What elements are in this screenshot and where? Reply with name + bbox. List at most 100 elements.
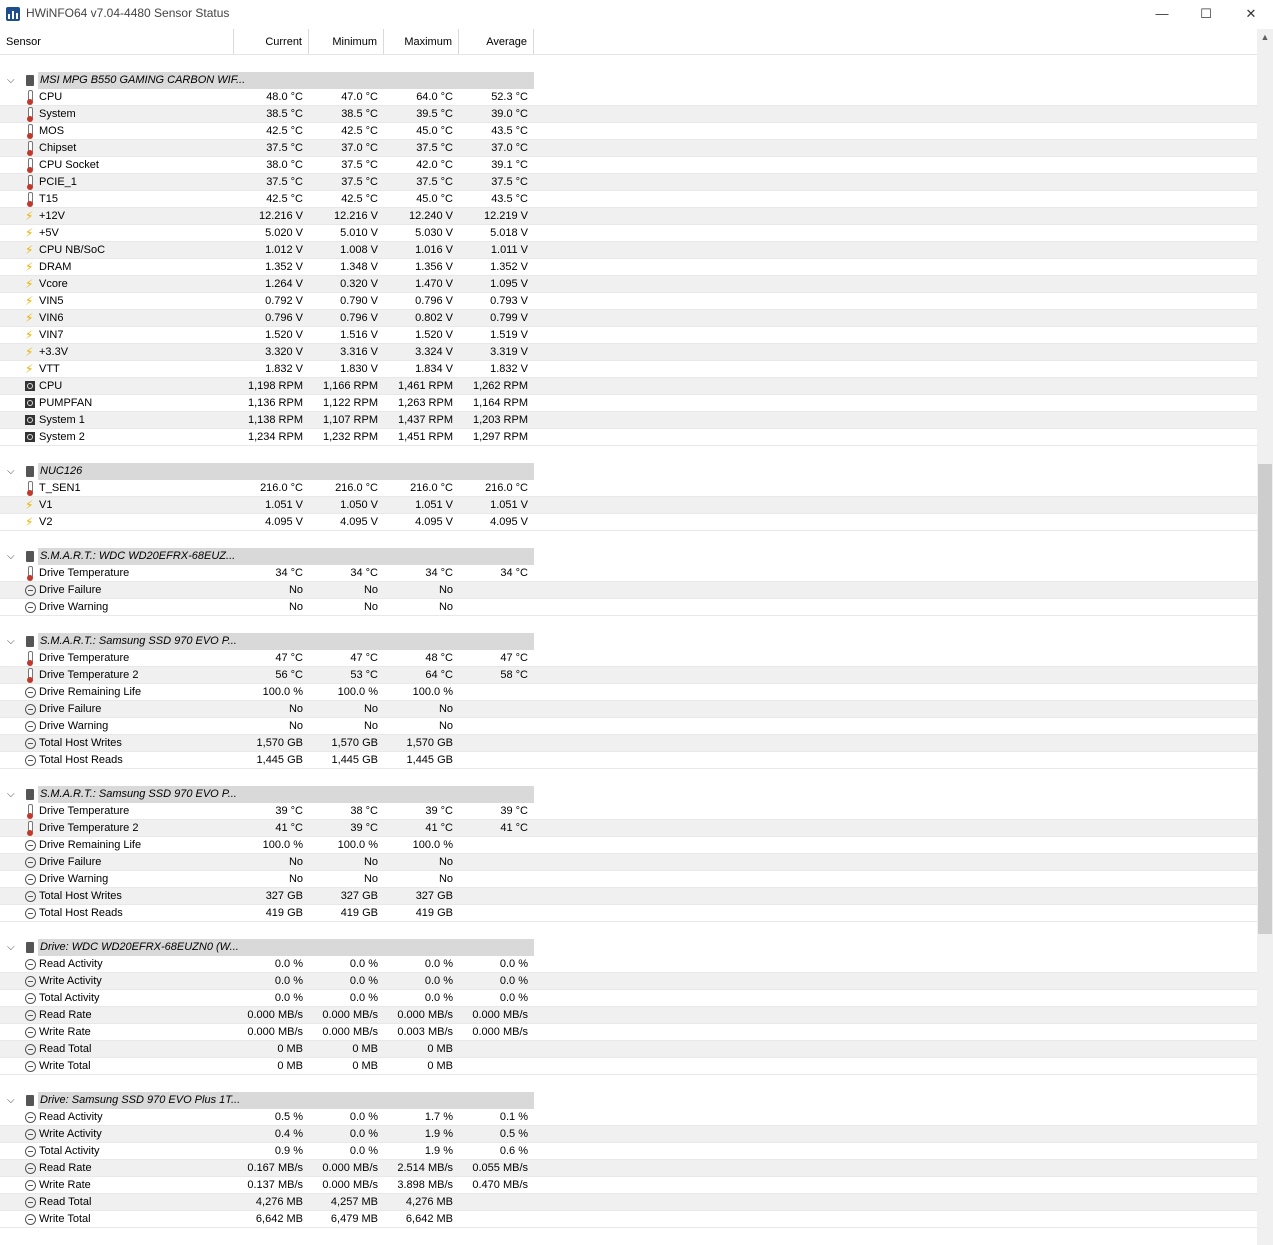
sensor-row[interactable]: Total Host Reads 1,445 GB 1,445 GB 1,445 GB	[0, 752, 1257, 769]
sensor-group-header[interactable]: ⌵ MSI MPG B550 GAMING CARBON WIF...	[0, 72, 1257, 89]
chevron-down-icon[interactable]: ⌵	[7, 633, 15, 650]
minimum-value: 4.095 V	[340, 516, 378, 528]
average-value: 1.352 V	[490, 261, 528, 273]
sensor-row[interactable]: ⚡ VIN7 1.520 V 1.516 V 1.520 V 1.519 V	[0, 327, 1257, 344]
sensor-row[interactable]: Drive Temperature 39 °C 38 °C 39 °C 39 °C	[0, 803, 1257, 820]
sensor-row[interactable]: ⚡ VIN5 0.792 V 0.790 V 0.796 V 0.793 V	[0, 293, 1257, 310]
chevron-down-icon[interactable]: ⌵	[7, 548, 15, 565]
sensor-row[interactable]: Read Rate 0.167 MB/s 0.000 MB/s 2.514 MB/s 0…	[0, 1160, 1257, 1177]
sensor-row[interactable]: ⚡ VIN6 0.796 V 0.796 V 0.802 V 0.799 V	[0, 310, 1257, 327]
sensor-row[interactable]: Write Activity 0.4 % 0.0 % 1.9 % 0.5 %	[0, 1126, 1257, 1143]
sensor-row[interactable]: Total Host Writes 327 GB 327 GB 327 GB	[0, 888, 1257, 905]
sensor-row[interactable]: Read Rate 0.000 MB/s 0.000 MB/s 0.000 MB/s 0…	[0, 1007, 1257, 1024]
sensor-row[interactable]: Read Activity 0.0 % 0.0 % 0.0 % 0.0 %	[0, 956, 1257, 973]
lightning-icon: ⚡	[25, 515, 34, 529]
sensor-name: MOS	[39, 125, 65, 137]
sensor-row[interactable]: Write Rate 0.000 MB/s 0.000 MB/s 0.003 MB/s…	[0, 1024, 1257, 1041]
sensor-row[interactable]: Drive Remaining Life 100.0 % 100.0 % 100.0 …	[0, 837, 1257, 854]
sensor-row[interactable]: Drive Temperature 2 56 °C 53 °C 64 °C 58 °C	[0, 667, 1257, 684]
sensor-row[interactable]: ⚡ DRAM 1.352 V 1.348 V 1.356 V 1.352 V	[0, 259, 1257, 276]
sensor-row[interactable]: Chipset 37.5 °C 37.0 °C 37.5 °C 37.0 °C	[0, 140, 1257, 157]
sensor-row[interactable]: CPU Socket 38.0 °C 37.5 °C 42.0 °C 39.1 °C	[0, 157, 1257, 174]
sensor-group-header[interactable]: ⌵ S.M.A.R.T.: Samsung SSD 970 EVO P...	[0, 786, 1257, 803]
sensor-row[interactable]: Read Total 0 MB 0 MB 0 MB	[0, 1041, 1257, 1058]
sensor-row[interactable]: Drive Temperature 34 °C 34 °C 34 °C 34 °C	[0, 565, 1257, 582]
sensor-row[interactable]: ⚡ +5V 5.020 V 5.010 V 5.030 V 5.018 V	[0, 225, 1257, 242]
sensor-group-header[interactable]: ⌵ Drive: WDC WD20EFRX-68EUZN0 (W...	[0, 939, 1257, 956]
sensor-row[interactable]: MOS 42.5 °C 42.5 °C 45.0 °C 43.5 °C	[0, 123, 1257, 140]
current-value: 1,570 GB	[256, 737, 303, 749]
sensor-row[interactable]: System 2 1,234 RPM 1,232 RPM 1,451 RPM 1,297…	[0, 429, 1257, 446]
sensor-row[interactable]: Drive Failure No No No	[0, 582, 1257, 599]
sensor-dial-icon	[24, 1212, 36, 1227]
sensor-row[interactable]: Total Activity 0.9 % 0.0 % 1.9 % 0.6 %	[0, 1143, 1257, 1160]
sensor-group-header[interactable]: ⌵ Drive: Samsung SSD 970 EVO Plus 1T...	[0, 1092, 1257, 1109]
sensor-row[interactable]: Drive Failure No No No	[0, 854, 1257, 871]
current-value: 0.4 %	[274, 1128, 303, 1140]
sensor-row[interactable]: Write Total 6,642 MB 6,479 MB 6,642 MB	[0, 1211, 1257, 1228]
maximum-value: 41 °C	[425, 822, 453, 834]
maximize-button[interactable]: ☐	[1183, 0, 1229, 28]
sensor-group-header[interactable]: ⌵ S.M.A.R.T.: WDC WD20EFRX-68EUZ...	[0, 548, 1257, 565]
chevron-down-icon[interactable]: ⌵	[7, 1092, 15, 1109]
column-header-average[interactable]: Average	[459, 29, 534, 54]
sensor-row[interactable]: Drive Warning No No No	[0, 718, 1257, 735]
sensor-row[interactable]: Total Host Writes 1,570 GB 1,570 GB 1,570 G…	[0, 735, 1257, 752]
sensor-row[interactable]: Write Rate 0.137 MB/s 0.000 MB/s 3.898 MB/s…	[0, 1177, 1257, 1194]
sensor-row[interactable]: Read Activity 0.5 % 0.0 % 1.7 % 0.1 %	[0, 1109, 1257, 1126]
sensor-row[interactable]: T15 42.5 °C 42.5 °C 45.0 °C 43.5 °C	[0, 191, 1257, 208]
chip-icon	[26, 1095, 34, 1106]
sensor-row[interactable]: Drive Failure No No No	[0, 701, 1257, 718]
maximum-value: 12.240 V	[408, 210, 453, 222]
sensor-group-header[interactable]: ⌵ NUC126	[0, 463, 1257, 480]
column-header-maximum[interactable]: Maximum	[384, 29, 459, 54]
sensor-row[interactable]: Total Host Reads 419 GB 419 GB 419 GB	[0, 905, 1257, 922]
vertical-scrollbar[interactable]: ▲	[1257, 29, 1273, 1245]
sensor-row[interactable]: ⚡ CPU NB/SoC 1.012 V 1.008 V 1.016 V 1.011 V	[0, 242, 1257, 259]
current-value: 327 GB	[265, 890, 303, 902]
lightning-icon: ⚡	[25, 362, 34, 376]
sensor-row[interactable]: System 38.5 °C 38.5 °C 39.5 °C 39.0 °C	[0, 106, 1257, 123]
maximum-value: No	[438, 703, 453, 715]
sensor-group-header[interactable]: ⌵ S.M.A.R.T.: Samsung SSD 970 EVO P...	[0, 633, 1257, 650]
sensor-row[interactable]: ⚡ V2 4.095 V 4.095 V 4.095 V 4.095 V	[0, 514, 1257, 531]
sensor-row[interactable]: Write Total 0 MB 0 MB 0 MB	[0, 1058, 1257, 1075]
sensor-name: Write Activity	[39, 975, 102, 987]
sensor-row[interactable]: ⚡ VTT 1.832 V 1.830 V 1.834 V 1.832 V	[0, 361, 1257, 378]
sensor-row[interactable]: Read Total 4,276 MB 4,257 MB 4,276 MB	[0, 1194, 1257, 1211]
sensor-row[interactable]: Drive Warning No No No	[0, 871, 1257, 888]
minimum-value: 0.790 V	[340, 295, 378, 307]
current-value: 216.0 °C	[260, 482, 303, 494]
sensor-row[interactable]: Total Activity 0.0 % 0.0 % 0.0 % 0.0 %	[0, 990, 1257, 1007]
chevron-down-icon[interactable]: ⌵	[7, 463, 15, 480]
column-header-sensor[interactable]: Sensor	[0, 29, 234, 54]
sensor-row[interactable]: ⚡ Vcore 1.264 V 0.320 V 1.470 V 1.095 V	[0, 276, 1257, 293]
sensor-row[interactable]: CPU 1,198 RPM 1,166 RPM 1,461 RPM 1,262 RPM	[0, 378, 1257, 395]
current-value: 1.352 V	[265, 261, 303, 273]
sensor-row[interactable]: Drive Temperature 47 °C 47 °C 48 °C 47 °C	[0, 650, 1257, 667]
scrollbar-thumb[interactable]	[1258, 464, 1272, 934]
maximum-value: 2.514 MB/s	[397, 1162, 453, 1174]
sensor-row[interactable]: System 1 1,138 RPM 1,107 RPM 1,437 RPM 1,203…	[0, 412, 1257, 429]
sensor-row[interactable]: PUMPFAN 1,136 RPM 1,122 RPM 1,263 RPM 1,164 …	[0, 395, 1257, 412]
sensor-row[interactable]: PCIE_1 37.5 °C 37.5 °C 37.5 °C 37.5 °C	[0, 174, 1257, 191]
sensor-row[interactable]: T_SEN1 216.0 °C 216.0 °C 216.0 °C 216.0 °C	[0, 480, 1257, 497]
sensor-row[interactable]: ⚡ +12V 12.216 V 12.216 V 12.240 V 12.219 V	[0, 208, 1257, 225]
sensor-row[interactable]: Drive Temperature 2 41 °C 39 °C 41 °C 41 °C	[0, 820, 1257, 837]
sensor-row[interactable]: CPU 48.0 °C 47.0 °C 64.0 °C 52.3 °C	[0, 89, 1257, 106]
chevron-down-icon[interactable]: ⌵	[7, 72, 15, 89]
column-header-current[interactable]: Current	[234, 29, 309, 54]
scroll-up-arrow-icon[interactable]: ▲	[1257, 29, 1273, 45]
minimize-button[interactable]: —	[1139, 0, 1185, 28]
column-header-minimum[interactable]: Minimum	[309, 29, 384, 54]
maximum-value: No	[438, 873, 453, 885]
sensor-row[interactable]: Drive Warning No No No	[0, 599, 1257, 616]
sensor-row[interactable]: Write Activity 0.0 % 0.0 % 0.0 % 0.0 %	[0, 973, 1257, 990]
sensor-row[interactable]: ⚡ V1 1.051 V 1.050 V 1.051 V 1.051 V	[0, 497, 1257, 514]
sensor-row[interactable]: Drive Remaining Life 100.0 % 100.0 % 100.0 …	[0, 684, 1257, 701]
chevron-down-icon[interactable]: ⌵	[7, 939, 15, 956]
sensor-name: Drive Warning	[39, 601, 109, 613]
chevron-down-icon[interactable]: ⌵	[7, 786, 15, 803]
sensor-row[interactable]: ⚡ +3.3V 3.320 V 3.316 V 3.324 V 3.319 V	[0, 344, 1257, 361]
close-button[interactable]: ✕	[1228, 0, 1273, 28]
